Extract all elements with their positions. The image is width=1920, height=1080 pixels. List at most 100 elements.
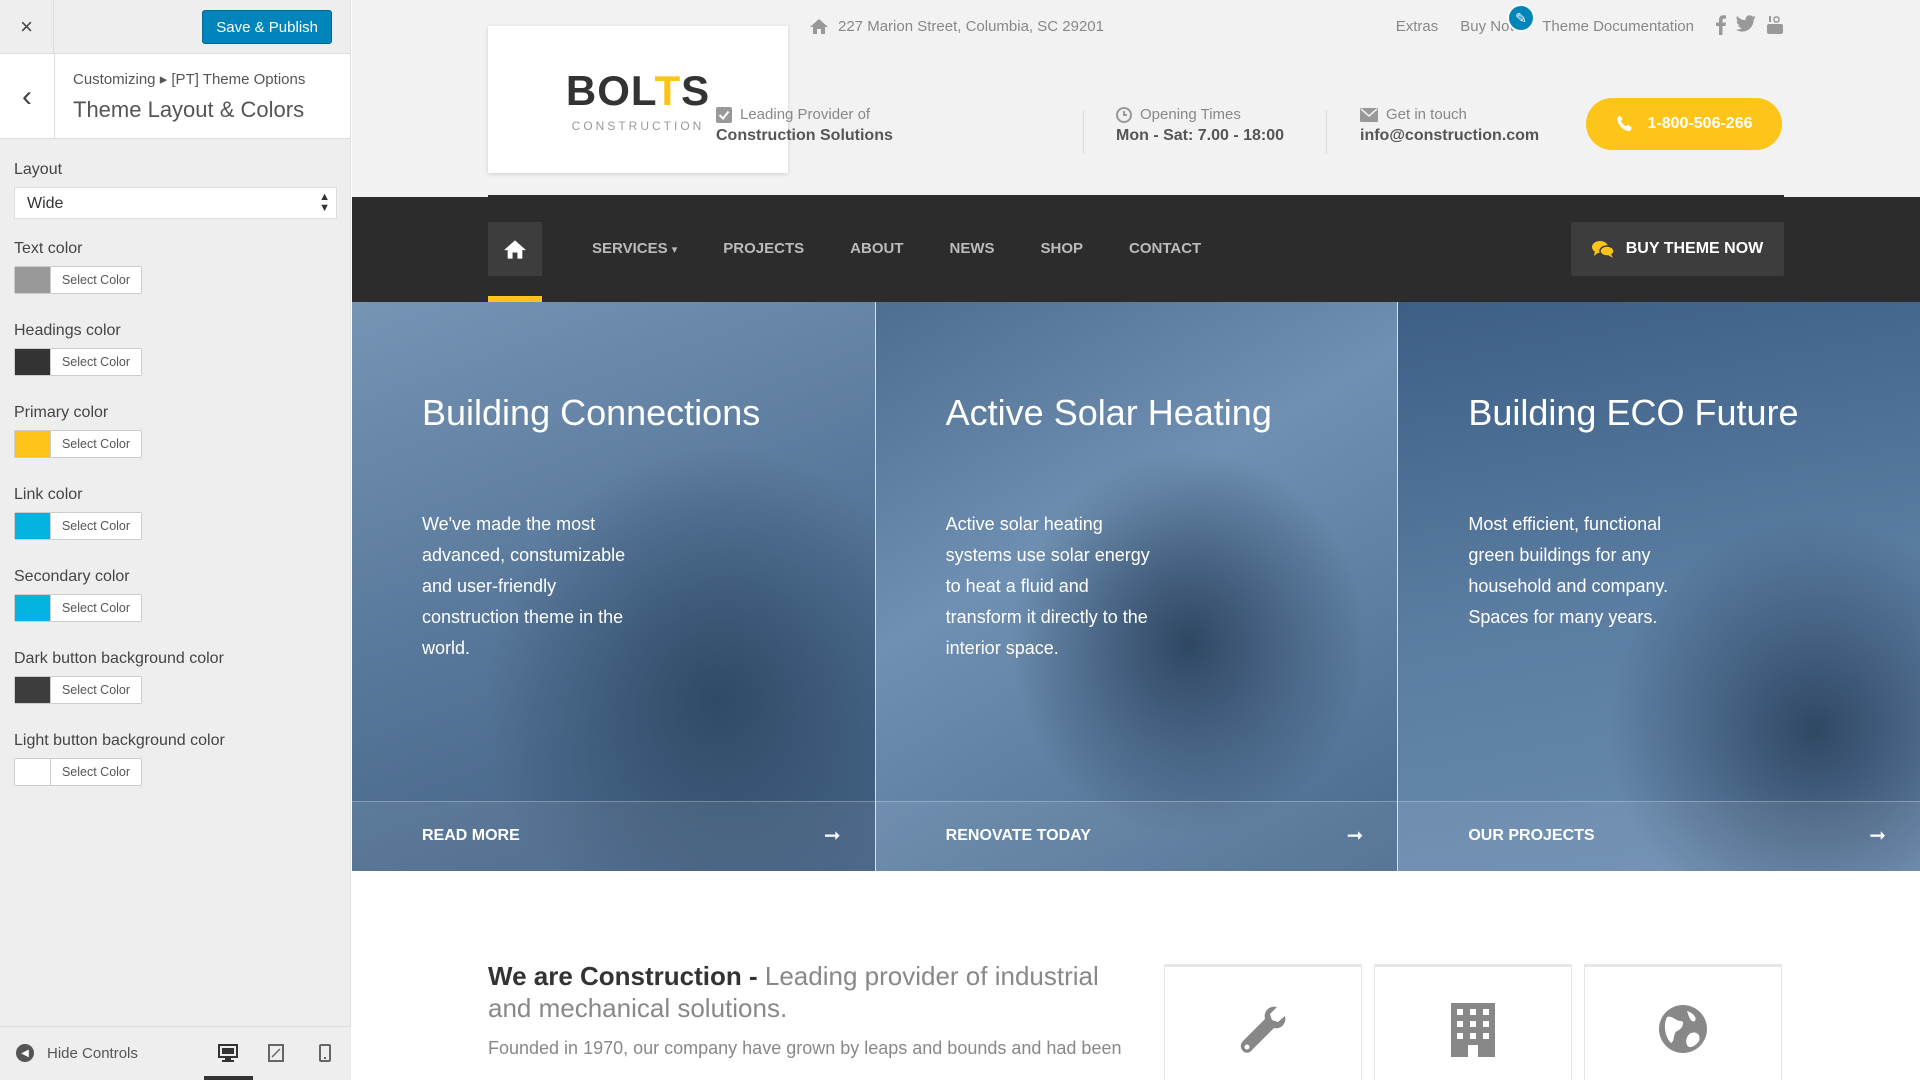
back-button[interactable]: ‹ — [0, 54, 55, 139]
widget-opening-value: Mon - Sat: 7.00 - 18:00 — [1116, 127, 1285, 144]
text-color-picker[interactable]: Select Color — [14, 266, 142, 294]
facebook-icon[interactable] — [1716, 15, 1726, 35]
feature-box-global[interactable] — [1584, 964, 1782, 1080]
twitter-icon[interactable] — [1736, 15, 1756, 33]
nav-items: SERVICES ▾ PROJECTS ABOUT NEWS SHOP CONT… — [592, 240, 1201, 257]
preview-tablet-button[interactable] — [264, 1041, 288, 1065]
topbar-links: Extras Buy Now Theme Documentation — [1396, 18, 1694, 35]
link-color-label: Link color — [14, 486, 83, 503]
globe-icon — [1659, 1005, 1707, 1053]
feature-box-mechanical[interactable] — [1164, 964, 1362, 1080]
chevron-down-icon: ▾ — [671, 244, 678, 256]
hero-panel-building-eco-future: Building ECO Future Most efficient, func… — [1397, 302, 1920, 871]
chevron-left-icon: ‹ — [22, 79, 32, 113]
dark-button-bg-color-swatch[interactable] — [15, 677, 51, 703]
hero-text: We've made the most advanced, constumiza… — [422, 514, 626, 658]
layout-select[interactable]: Wide ▲ ▼ — [14, 187, 337, 219]
dark-button-bg-color-picker[interactable]: Select Color — [14, 676, 142, 704]
light-button-bg-color-swatch[interactable] — [15, 759, 51, 785]
widget-divider — [1326, 110, 1327, 154]
hero-text: Most efficient, functional green buildin… — [1468, 514, 1669, 627]
renovate-today-link[interactable]: RENOVATE TODAY — [946, 827, 1091, 845]
save-publish-button[interactable]: Save & Publish — [202, 10, 332, 44]
headings-color-swatch[interactable] — [15, 349, 51, 375]
address-text: 227 Marion Street, Columbia, SC 29201 — [838, 18, 1104, 35]
about-title: We are Construction - Leading provider o… — [488, 960, 1148, 1024]
light-button-bg-color-label: Light button background color — [14, 732, 225, 749]
preview-desktop-button[interactable] — [216, 1041, 240, 1065]
topbar-link-extras[interactable]: Extras — [1396, 18, 1439, 35]
customizer-footer: ◀ Hide Controls — [0, 1026, 351, 1080]
customizer-header: × Save & Publish — [0, 0, 350, 54]
logo-part-a: BOL — [565, 66, 655, 114]
widget-contact-value[interactable]: info@construction.com — [1360, 127, 1539, 145]
layout-label: Layout — [14, 161, 63, 178]
logo-part-b: T — [654, 66, 682, 114]
read-more-link[interactable]: READ MORE — [422, 827, 520, 845]
edit-shortcut-button[interactable]: ✎ — [1507, 4, 1535, 32]
building-icon — [1451, 1003, 1495, 1057]
select-color-button[interactable]: Select Color — [51, 267, 141, 293]
link-color-swatch[interactable] — [15, 513, 51, 539]
section-title: Theme Layout & Colors — [73, 97, 305, 122]
select-color-button[interactable]: Select Color — [51, 349, 141, 375]
breadcrumb: Customizing ▸ [PT] Theme Options — [73, 71, 306, 88]
mobile-icon — [319, 1044, 331, 1062]
site-preview: 227 Marion Street, Columbia, SC 29201 Ex… — [352, 0, 1920, 1080]
customizer-sidebar: × Save & Publish ‹ Customizing ▸ [PT] Th… — [0, 0, 351, 1080]
youtube-icon[interactable] — [1766, 15, 1784, 35]
preview-mobile-button[interactable] — [313, 1041, 337, 1065]
buy-theme-button[interactable]: BUY THEME NOW — [1571, 222, 1784, 276]
widget-opening-title: Opening Times — [1140, 106, 1241, 123]
nav-item-services[interactable]: SERVICES ▾ — [592, 240, 677, 257]
main-nav: SERVICES ▾ PROJECTS ABOUT NEWS SHOP CONT… — [352, 197, 1920, 302]
select-color-button[interactable]: Select Color — [51, 677, 141, 703]
headings-color-picker[interactable]: Select Color — [14, 348, 142, 376]
widget-contact: Get in touch info@construction.com — [1360, 106, 1539, 145]
topbar-link-documentation[interactable]: Theme Documentation — [1542, 18, 1694, 35]
phone-button[interactable]: 1-800-506-266 — [1586, 98, 1782, 150]
select-color-button[interactable]: Select Color — [51, 595, 141, 621]
nav-item-contact[interactable]: CONTACT — [1129, 240, 1201, 257]
close-icon: × — [20, 14, 33, 39]
link-color-picker[interactable]: Select Color — [14, 512, 142, 540]
primary-color-label: Primary color — [14, 404, 109, 421]
hero-panel-building-connections: Building Connections We've made the most… — [352, 302, 875, 871]
light-button-bg-color-picker[interactable]: Select Color — [14, 758, 142, 786]
nav-home-button[interactable] — [488, 222, 542, 276]
secondary-color-swatch[interactable] — [15, 595, 51, 621]
hero-title: Building Connections — [422, 392, 761, 433]
nav-item-about[interactable]: ABOUT — [850, 240, 903, 257]
select-color-button[interactable]: Select Color — [51, 513, 141, 539]
select-color-button[interactable]: Select Color — [51, 431, 141, 457]
collapse-icon: ◀ — [16, 1044, 34, 1062]
arrow-right-icon[interactable]: ➞ — [1869, 823, 1886, 848]
active-device-indicator — [204, 1076, 253, 1080]
secondary-color-picker[interactable]: Select Color — [14, 594, 142, 622]
feature-box-building[interactable] — [1374, 964, 1572, 1080]
arrow-right-icon[interactable]: ➞ — [1347, 823, 1364, 848]
text-color-swatch[interactable] — [15, 267, 51, 293]
close-customizer-button[interactable]: × — [0, 0, 54, 54]
address: 227 Marion Street, Columbia, SC 29201 — [810, 18, 1104, 35]
about-text: Founded in 1970, our company have grown … — [488, 1038, 1122, 1058]
nav-item-news[interactable]: NEWS — [949, 240, 994, 257]
site-header: BOLTS CONSTRUCTION Leading Provider of C… — [352, 26, 1920, 197]
section-header: ‹ Customizing ▸ [PT] Theme Options Theme… — [0, 54, 350, 139]
hide-controls-button[interactable]: ◀ Hide Controls — [16, 1044, 138, 1062]
select-arrows-icon: ▲ ▼ — [319, 191, 330, 214]
our-projects-link[interactable]: OUR PROJECTS — [1468, 827, 1594, 845]
primary-color-swatch[interactable] — [15, 431, 51, 457]
primary-color-picker[interactable]: Select Color — [14, 430, 142, 458]
nav-item-projects[interactable]: PROJECTS — [723, 240, 804, 257]
tablet-icon — [268, 1044, 284, 1062]
secondary-color-label: Secondary color — [14, 568, 130, 585]
hero-footer: READ MORE ➞ — [352, 801, 875, 871]
hero-footer: RENOVATE TODAY ➞ — [875, 801, 1398, 871]
select-color-button[interactable]: Select Color — [51, 759, 141, 785]
site-logo[interactable]: BOLTS CONSTRUCTION — [488, 26, 788, 173]
nav-item-shop[interactable]: SHOP — [1040, 240, 1083, 257]
arrow-right-icon[interactable]: ➞ — [824, 823, 841, 848]
widget-provider-title: Leading Provider of — [740, 106, 871, 123]
wrench-icon — [1240, 1006, 1286, 1053]
